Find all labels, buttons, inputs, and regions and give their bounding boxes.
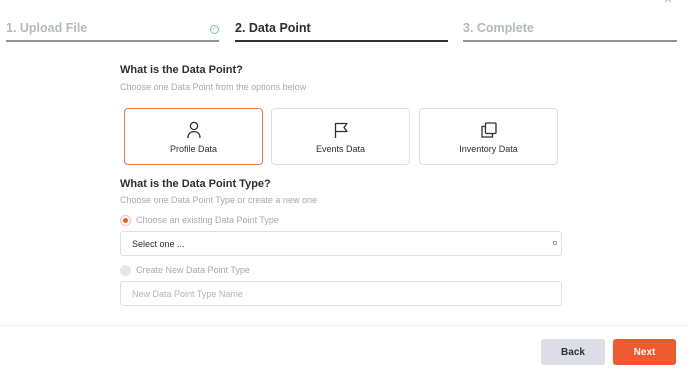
create-new-type-option[interactable]: Create New Data Point Type	[120, 264, 250, 276]
new-type-name-field[interactable]	[120, 281, 562, 306]
step-label: 2. Data Point	[235, 21, 311, 35]
step-complete: 3. Complete	[463, 20, 677, 44]
step-progress-bar	[6, 40, 219, 42]
new-type-name-input[interactable]	[121, 282, 561, 305]
existing-type-option[interactable]: Choose an existing Data Point Type	[120, 214, 279, 226]
flag-icon	[272, 121, 409, 139]
card-label: Events Data	[315, 144, 366, 154]
data-point-type-select[interactable]: Select one ...	[120, 231, 562, 256]
close-icon[interactable]: ✕	[660, 0, 676, 6]
next-button[interactable]: Next	[613, 339, 676, 365]
chevron-down-icon	[553, 241, 557, 245]
card-label: Inventory Data	[459, 144, 518, 154]
radio-label: Create New Data Point Type	[136, 265, 250, 275]
data-point-heading: What is the Data Point?	[120, 64, 243, 76]
events-data-card[interactable]: Events Data	[271, 108, 410, 165]
step-label: 3. Complete	[463, 21, 534, 35]
profile-data-card[interactable]: Profile Data	[124, 108, 263, 165]
step-label: 1. Upload File	[6, 21, 88, 35]
card-label: Profile Data	[169, 144, 218, 154]
radio-label: Choose an existing Data Point Type	[136, 215, 279, 225]
step-upload-file: 1. Upload File ✓	[6, 20, 219, 44]
check-circle-icon: ✓	[210, 25, 219, 34]
radio-selected[interactable]	[120, 214, 131, 226]
data-point-subheading: Choose one Data Point from the options b…	[120, 82, 307, 92]
radio-unselected[interactable]	[120, 264, 131, 276]
step-progress-bar	[463, 40, 677, 42]
footer-divider	[0, 325, 688, 326]
stacked-squares-icon	[420, 121, 557, 139]
inventory-data-card[interactable]: Inventory Data	[419, 108, 558, 165]
step-data-point: 2. Data Point	[235, 20, 448, 44]
data-point-type-subheading: Choose one Data Point Type or create a n…	[120, 195, 317, 205]
back-button[interactable]: Back	[541, 339, 605, 365]
person-icon	[125, 121, 262, 139]
select-value: Select one ...	[132, 239, 185, 249]
step-progress-bar	[235, 40, 448, 42]
data-point-type-heading: What is the Data Point Type?	[120, 178, 271, 190]
